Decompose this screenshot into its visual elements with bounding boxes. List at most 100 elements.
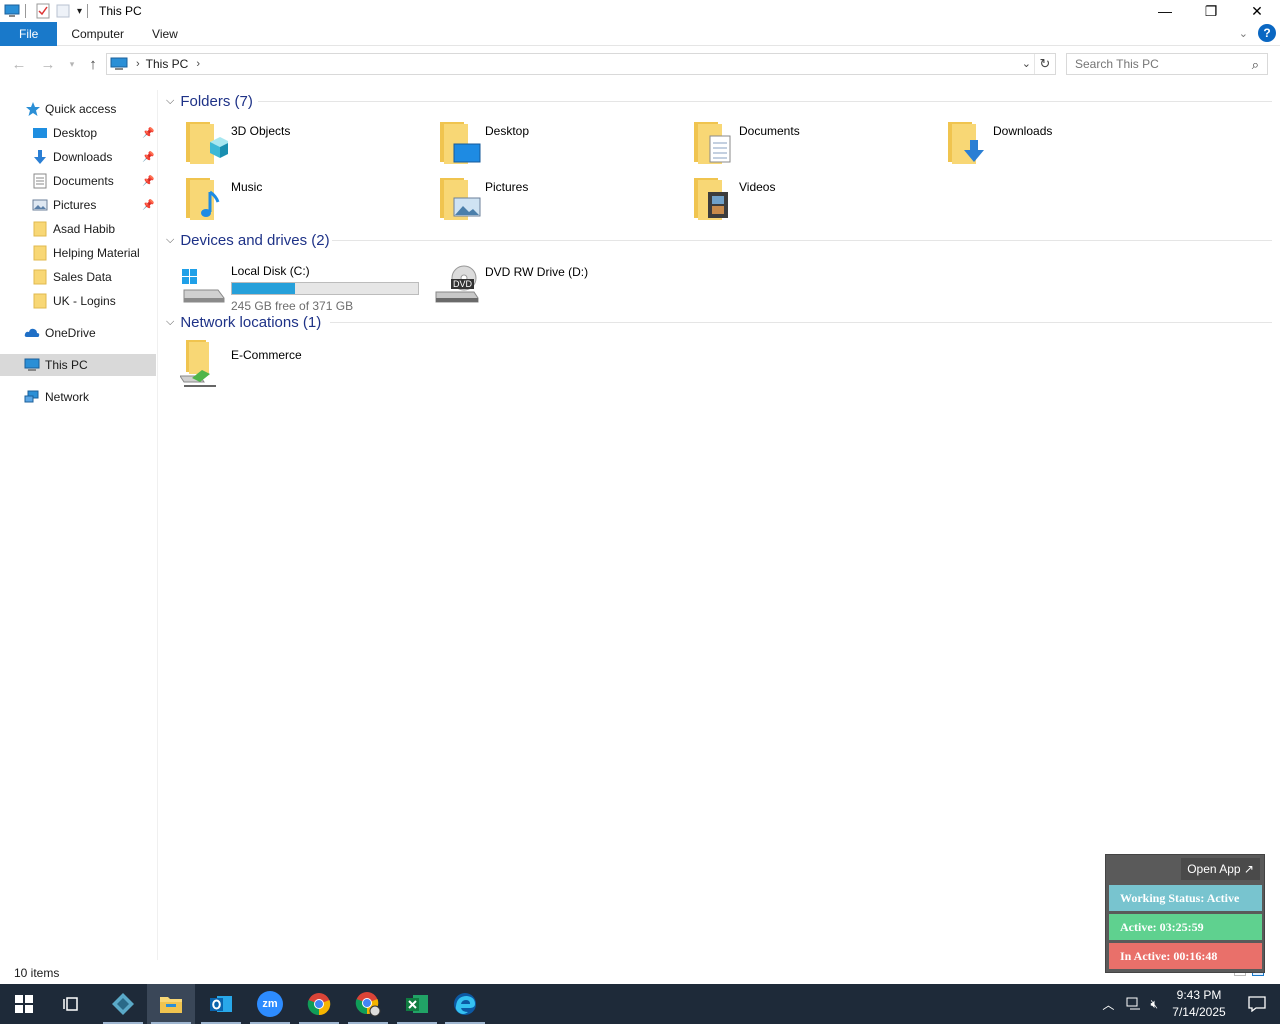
collapse-chevron-icon[interactable]: ⌵	[166, 316, 174, 329]
group-divider	[332, 240, 1272, 241]
taskbar-edge[interactable]	[441, 984, 489, 1024]
sidebar-item-this-pc[interactable]: This PC	[0, 354, 156, 376]
task-view-button[interactable]	[48, 984, 96, 1024]
sidebar-item-onedrive[interactable]: OneDrive	[0, 322, 156, 344]
ribbon-tabs: File Computer View ⌄ ?	[0, 21, 1280, 46]
properties-icon[interactable]	[35, 3, 51, 19]
sidebar-item-downloads[interactable]: Downloads 📌	[0, 146, 156, 168]
windows-drive-icon	[182, 269, 225, 303]
customize-toolbar-dropdown-icon[interactable]: ▾	[77, 6, 82, 17]
sidebar-item-desktop[interactable]: Desktop 📌	[0, 122, 156, 144]
expand-ribbon-chevron-icon[interactable]: ⌄	[1239, 27, 1248, 40]
folder-name: Pictures	[485, 180, 529, 194]
close-button[interactable]: ✕	[1234, 0, 1280, 22]
downloads-folder-icon	[948, 122, 984, 164]
window-controls: — ❐ ✕	[1142, 0, 1280, 22]
sidebar-item-helping-material[interactable]: Helping Material	[0, 242, 156, 264]
drive-local-disk-c[interactable]: Local Disk (C:) 245 GB free of 371 GB	[160, 264, 422, 314]
start-button[interactable]	[0, 984, 48, 1024]
taskbar-file-explorer[interactable]	[147, 984, 195, 1024]
navigation-pane: Quick access Desktop 📌 Downloads 📌 Docum…	[0, 90, 158, 960]
pin-icon[interactable]: 📌	[142, 200, 154, 211]
recent-locations-chevron-icon[interactable]: ▾	[62, 54, 82, 74]
tab-file[interactable]: File	[0, 21, 58, 46]
search-icon[interactable]: ⌕	[1252, 57, 1259, 73]
tab-computer[interactable]: Computer	[57, 22, 138, 46]
pictures-folder-icon	[440, 178, 481, 220]
sidebar-item-label: UK - Logins	[53, 294, 116, 308]
excel-icon	[406, 995, 428, 1013]
folder-videos[interactable]: Videos	[668, 174, 918, 224]
drive-dvd-rw-d[interactable]: DVD DVD RW Drive (D:)	[414, 264, 664, 314]
system-clock[interactable]: 9:43 PM 7/14/2025	[1164, 987, 1234, 1021]
taskbar-chrome[interactable]	[295, 984, 343, 1024]
network-status-icon[interactable]	[1126, 997, 1142, 1011]
refresh-icon[interactable]: ↻	[1034, 54, 1055, 74]
taskbar-app-diamond[interactable]	[99, 984, 147, 1024]
sidebar-item-uk-logins[interactable]: UK - Logins	[0, 290, 156, 312]
group-header-network-locations[interactable]: ⌵ Network locations (1)	[166, 312, 321, 332]
content-pane: ⌵ Folders (7) 3D Objects Desktop Documen…	[160, 90, 1280, 960]
notification-center-button[interactable]	[1234, 984, 1280, 1024]
taskbar-zoom[interactable]: zm	[246, 984, 294, 1024]
taskbar-outlook[interactable]	[197, 984, 245, 1024]
this-pc-icon[interactable]	[4, 3, 20, 19]
taskbar-excel[interactable]	[393, 984, 441, 1024]
volume-muted-icon[interactable]: 🔇︎	[1150, 997, 1158, 1012]
group-title: Network locations (1)	[180, 313, 322, 331]
breadcrumb-this-pc[interactable]: This PC	[146, 57, 189, 71]
status-item-count: 10 items	[14, 966, 60, 980]
sidebar-item-sales-data[interactable]: Sales Data	[0, 266, 156, 288]
tab-view[interactable]: View	[138, 22, 192, 46]
star-icon	[26, 102, 40, 116]
forward-arrow-icon[interactable]: →	[38, 54, 58, 74]
folder-music[interactable]: Music	[160, 174, 410, 224]
folder-documents[interactable]: Documents	[668, 118, 918, 168]
3d-objects-folder-icon	[186, 122, 228, 164]
collapse-chevron-icon[interactable]: ⌵	[166, 95, 174, 108]
group-header-devices[interactable]: ⌵ Devices and drives (2)	[166, 230, 330, 250]
group-header-folders[interactable]: ⌵ Folders (7)	[166, 91, 253, 111]
search-box[interactable]: ⌕	[1066, 53, 1268, 75]
address-dropdown-icon[interactable]: ⌄	[1022, 57, 1031, 70]
up-arrow-icon[interactable]: ↑	[83, 54, 103, 74]
folder-3d-objects[interactable]: 3D Objects	[160, 118, 410, 168]
outlook-icon	[210, 996, 232, 1012]
address-bar[interactable]: › This PC › ⌄ ↻	[106, 53, 1056, 75]
minimize-button[interactable]: —	[1142, 0, 1188, 22]
breadcrumb-chevron-icon[interactable]: ›	[196, 58, 200, 70]
maximize-button[interactable]: ❐	[1188, 0, 1234, 22]
pin-icon[interactable]: 📌	[142, 176, 154, 187]
search-input[interactable]	[1075, 57, 1240, 71]
open-app-button[interactable]: Open App ↗	[1181, 858, 1260, 880]
sidebar-item-network[interactable]: Network	[0, 386, 156, 408]
network-location-e-commerce[interactable]: E-Commerce	[160, 340, 410, 390]
dvd-badge: DVD	[451, 279, 475, 289]
show-hidden-icons-chevron-icon[interactable]: ︿	[1102, 996, 1114, 1013]
taskbar-chrome-profile[interactable]	[344, 984, 392, 1024]
working-status-badge: Working Status: Active	[1109, 885, 1262, 911]
back-arrow-icon[interactable]: ←	[9, 54, 29, 74]
active-time-badge: Active: 03:25:59	[1109, 914, 1262, 940]
sidebar-item-pictures[interactable]: Pictures 📌	[0, 194, 156, 216]
sidebar-item-quick-access[interactable]: Quick access	[0, 98, 156, 120]
sidebar-item-asad-habib[interactable]: Asad Habib	[0, 218, 156, 240]
folder-downloads[interactable]: Downloads	[922, 118, 1172, 168]
pin-icon[interactable]: 📌	[142, 152, 154, 163]
folder-pictures[interactable]: Pictures	[414, 174, 664, 224]
sidebar-item-documents[interactable]: Documents 📌	[0, 170, 156, 192]
window-title: This PC	[99, 4, 142, 18]
breadcrumb-chevron-icon[interactable]: ›	[136, 58, 140, 70]
folder-name: Videos	[739, 180, 776, 194]
documents-icon	[33, 173, 47, 189]
help-icon[interactable]: ?	[1258, 24, 1276, 42]
edge-icon	[454, 993, 476, 1015]
collapse-chevron-icon[interactable]: ⌵	[166, 234, 174, 247]
sidebar-item-label: Desktop	[53, 126, 98, 140]
notification-icon	[1248, 996, 1266, 1012]
folder-desktop[interactable]: Desktop	[414, 118, 664, 168]
navigation-bar: ← → ▾ ↑ › This PC › ⌄ ↻ ⌕	[0, 50, 1280, 78]
pin-icon[interactable]: 📌	[142, 128, 154, 139]
group-divider	[258, 101, 1272, 102]
new-folder-icon[interactable]	[55, 3, 71, 19]
